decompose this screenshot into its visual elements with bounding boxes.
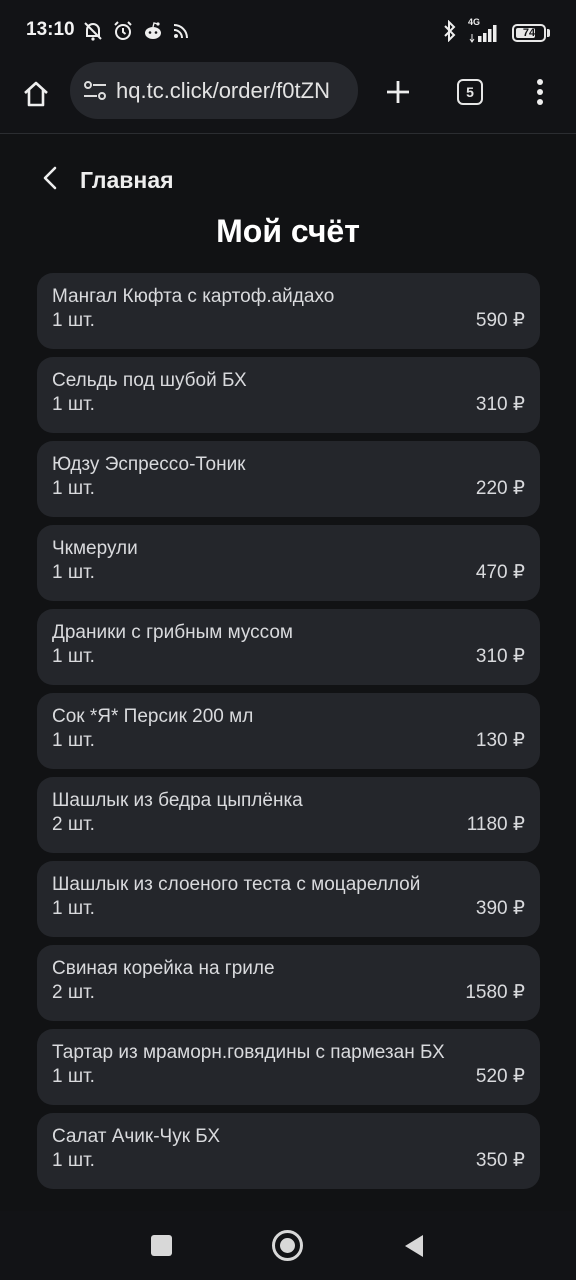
plus-icon	[387, 81, 409, 103]
more-menu-button[interactable]	[525, 74, 555, 110]
order-item-name: Сельдь под шубой БХ	[52, 370, 247, 391]
page-content: Главная Мой счёт Мангал Кюфта с картоф.а…	[0, 135, 576, 1211]
order-item-name: Сок *Я* Персик 200 мл	[52, 706, 254, 727]
order-item-details: 1 шт. 520 ₽	[52, 1065, 525, 1089]
order-item: Мангал Кюфта с картоф.айдахо 1 шт. 590 ₽	[37, 273, 540, 349]
order-item-quantity: 1 шт.	[52, 394, 95, 415]
back-label: Главная	[80, 166, 174, 193]
order-item-price: 470 ₽	[475, 562, 525, 583]
order-item-details: 1 шт. 470 ₽	[52, 561, 525, 585]
browser-toolbar: hq.tc.click/order/f0tZN 5	[0, 62, 576, 134]
order-item-details: 1 шт. 390 ₽	[52, 897, 525, 921]
order-item-quantity: 1 шт.	[52, 310, 95, 331]
back-link[interactable]: Главная	[40, 165, 174, 195]
home-button[interactable]	[18, 76, 54, 112]
order-item: Салат Ачик-Чук БХ 1 шт. 350 ₽	[37, 1113, 540, 1189]
bluetooth-icon	[442, 19, 458, 46]
order-item-price: 130 ₽	[475, 730, 525, 751]
back-nav-button[interactable]	[402, 1233, 426, 1263]
battery-icon: 74	[512, 24, 546, 42]
order-item-details: 1 шт. 130 ₽	[52, 729, 525, 753]
recent-apps-button[interactable]	[151, 1235, 172, 1256]
order-item-quantity: 1 шт.	[52, 562, 95, 583]
order-item-quantity: 2 шт.	[52, 814, 95, 835]
order-item: Юдзу Эспрессо-Тоник 1 шт. 220 ₽	[37, 441, 540, 517]
order-item-name: Шашлык из слоеного теста с моцареллой	[52, 874, 421, 895]
order-item: Чкмерули 1 шт. 470 ₽	[37, 525, 540, 601]
order-item: Драники с грибным муссом 1 шт. 310 ₽	[37, 609, 540, 685]
order-item-quantity: 2 шт.	[52, 982, 95, 1003]
order-item-name: Салат Ачик-Чук БХ	[52, 1126, 221, 1147]
order-items-list: Мангал Кюфта с картоф.айдахо 1 шт. 590 ₽ Се…	[37, 273, 540, 1189]
order-item: Свиная корейка на гриле 2 шт. 1580 ₽	[37, 945, 540, 1021]
tab-switcher-button[interactable]: 5	[457, 79, 483, 105]
order-item-name: Тартар из мраморн.говядины с пармезан БХ	[52, 1042, 445, 1063]
order-item-name: Мангал Кюфта с картоф.айдахо	[52, 286, 335, 307]
order-item-price: 390 ₽	[475, 898, 525, 919]
cast-icon	[172, 22, 190, 44]
order-item-details: 1 шт. 310 ₽	[52, 393, 525, 417]
order-item-price: 1580 ₽	[465, 982, 525, 1003]
new-tab-button[interactable]	[378, 72, 418, 112]
order-item-price: 1180 ₽	[466, 814, 525, 835]
alarm-icon	[112, 20, 134, 46]
order-item-quantity: 1 шт.	[52, 1066, 95, 1087]
system-nav-bar	[0, 1211, 576, 1280]
order-item-details: 1 шт. 590 ₽	[52, 309, 525, 333]
order-item-details: 1 шт. 310 ₽	[52, 645, 525, 669]
order-item-name: Шашлык из бедра цыплёнка	[52, 790, 303, 811]
signal-icon: 4G	[468, 17, 502, 43]
order-item-price: 520 ₽	[475, 1066, 525, 1087]
order-item-quantity: 1 шт.	[52, 478, 95, 499]
dnd-off-icon	[82, 20, 104, 46]
battery-indicator: 74	[512, 24, 550, 42]
order-item-quantity: 1 шт.	[52, 730, 95, 751]
order-item-quantity: 1 шт.	[52, 1150, 95, 1171]
status-system-icons: 4G 74	[442, 17, 550, 46]
battery-tip	[547, 29, 550, 37]
order-item-details: 1 шт. 350 ₽	[52, 1149, 525, 1173]
home-icon	[24, 81, 48, 107]
order-item-name: Свиная корейка на гриле	[52, 958, 275, 979]
order-item-name: Чкмерули	[52, 538, 138, 559]
back-triangle-icon	[405, 1235, 423, 1257]
order-item-price: 310 ₽	[475, 394, 525, 415]
order-item: Сок *Я* Персик 200 мл 1 шт. 130 ₽	[37, 693, 540, 769]
order-item-price: 350 ₽	[475, 1150, 525, 1171]
order-item-quantity: 1 шт.	[52, 646, 95, 667]
address-bar[interactable]: hq.tc.click/order/f0tZN	[70, 62, 358, 119]
home-nav-button[interactable]	[272, 1230, 303, 1261]
status-bar: 13:10 4G 74	[0, 0, 576, 62]
order-item: Шашлык из слоеного теста с моцареллой 1 ш…	[37, 861, 540, 937]
order-item-name: Юдзу Эспрессо-Тоник	[52, 454, 246, 475]
more-vert-icon	[537, 79, 543, 105]
order-item-quantity: 1 шт.	[52, 898, 95, 919]
status-notification-icons	[82, 20, 190, 46]
network-type-label: 4G	[468, 17, 481, 27]
order-item-details: 2 шт. 1580 ₽	[52, 981, 525, 1005]
order-item-details: 2 шт. 1180 ₽	[52, 813, 525, 837]
page-title: Мой счёт	[216, 213, 360, 249]
chevron-left-icon	[40, 165, 60, 195]
battery-level: 74	[522, 27, 536, 39]
order-item-details: 1 шт. 220 ₽	[52, 477, 525, 501]
order-item: Сельдь под шубой БХ 1 шт. 310 ₽	[37, 357, 540, 433]
status-time: 13:10	[26, 19, 75, 40]
order-item-price: 310 ₽	[475, 646, 525, 667]
order-item-price: 590 ₽	[475, 310, 525, 331]
reddit-icon	[142, 20, 164, 46]
order-item: Тартар из мраморн.говядины с пармезан БХ…	[37, 1029, 540, 1105]
order-item: Шашлык из бедра цыплёнка 2 шт. 1180 ₽	[37, 777, 540, 853]
site-settings-icon[interactable]	[82, 79, 108, 107]
url-text: hq.tc.click/order/f0tZN	[116, 78, 330, 103]
order-item-name: Драники с грибным муссом	[52, 622, 293, 643]
home-nav-icon	[280, 1238, 295, 1253]
order-item-price: 220 ₽	[475, 478, 525, 499]
